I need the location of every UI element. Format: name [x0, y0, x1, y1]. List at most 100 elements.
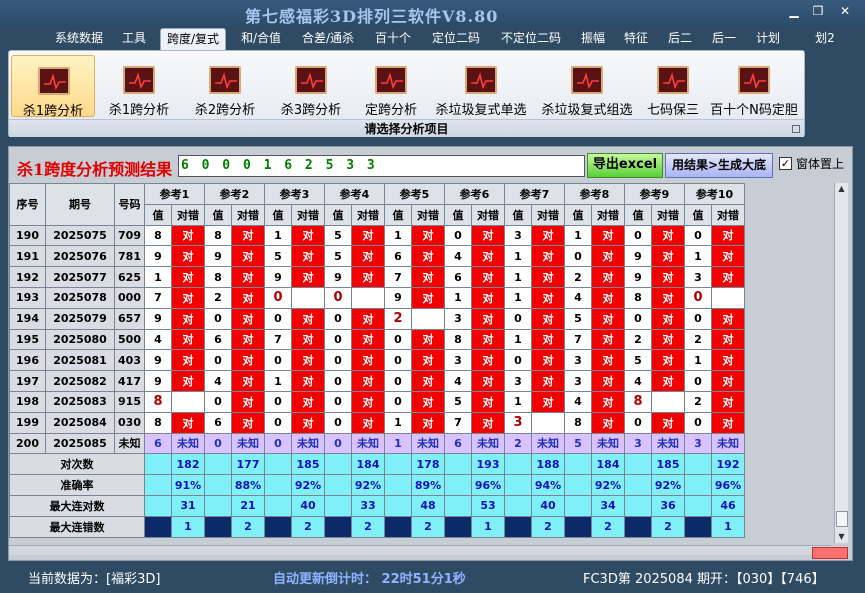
stats-spacer — [684, 494, 712, 517]
table-row[interactable]: 199 2025084 030 8 对 6 对 0 对 0 对 1 对 7 对 3 8 对 0 对 0 对 — [9, 411, 745, 434]
cell-right-wrong: 对 — [531, 245, 565, 268]
table-row[interactable]: 196 2025081 403 9 对 0 对 0 对 0 对 0 对 3 对 0 对 3 对 5 对 1 对 — [9, 349, 745, 372]
table-row[interactable]: 190 2025075 709 8 对 8 对 1 对 5 对 1 对 0 对 3 对 1 对 0 对 0 对 — [9, 224, 745, 247]
stats-value: 178 — [411, 453, 445, 476]
cell-value: 9 — [144, 370, 172, 392]
scroll-thumb[interactable] — [836, 511, 848, 527]
dialog-launcher-icon[interactable] — [792, 125, 800, 133]
stats-value: 92% — [591, 474, 625, 496]
menu-system-data[interactable]: 系统数据 — [50, 28, 108, 50]
menu-plan2[interactable]: 划2 — [808, 28, 842, 50]
scroll-up-icon[interactable]: ▲ — [835, 183, 848, 195]
stats-value: 92% — [351, 474, 385, 496]
ribbon-junk-combo-single[interactable]: 杀垃圾复式单选 — [429, 55, 533, 118]
ribbon-n-code-guts[interactable]: 百十个N码定胆 — [707, 55, 801, 118]
stats-spacer — [384, 453, 412, 476]
stats-label: 最大连错数 — [9, 515, 145, 538]
close-button[interactable]: ✕ — [833, 4, 857, 18]
topmost-checkbox[interactable]: ✓ — [779, 157, 792, 170]
cell-right-wrong — [711, 286, 745, 309]
stats-value: 33 — [351, 494, 385, 517]
cell-value: 7 — [144, 286, 172, 309]
cell-value: 9 — [264, 266, 292, 288]
table-row[interactable]: 191 2025076 781 9 对 9 对 5 对 5 对 6 对 4 对 1 对 0 对 9 对 1 对 — [9, 245, 745, 268]
header-value: 值 — [144, 203, 172, 226]
menu-amplitude[interactable]: 振幅 — [576, 28, 610, 50]
cell-right-wrong: 对 — [651, 411, 685, 434]
export-excel-button[interactable]: 导出excel — [587, 153, 663, 178]
table-row[interactable]: 198 2025083 915 8 0 对 0 对 0 对 0 对 5 对 1 对 4 对 8 2 对 — [9, 390, 745, 413]
cell-seq: 198 — [9, 390, 46, 413]
ribbon-kill1-span-b[interactable]: 杀1跨分析 — [97, 55, 181, 118]
cell-period: 2025085 — [45, 432, 115, 455]
cell-right-wrong: 对 — [351, 411, 385, 434]
prediction-row[interactable]: 200 2025085 未知 6 未知 0 未知 0 未知 0 未知 1 未知 6 未知 2 未知 5 未知 3 未知 3… — [9, 432, 745, 455]
result-numbers-field[interactable]: 6 0 0 0 1 6 2 5 3 3 — [178, 155, 585, 177]
menu-last-two[interactable]: 后二 — [662, 28, 698, 50]
header-right-wrong: 对错 — [411, 203, 445, 226]
horizontal-scrollbar[interactable] — [9, 545, 831, 555]
ribbon-kill3-span[interactable]: 杀3跨分析 — [269, 55, 353, 118]
ribbon-kill1-span-a[interactable]: 杀1跨分析 — [11, 55, 95, 119]
header-value: 值 — [624, 203, 652, 226]
table-row[interactable]: 197 2025082 417 9 对 4 对 1 对 0 对 0 对 4 对 3 对 3 对 4 对 0 对 — [9, 370, 745, 392]
menu-hundreds-tens-ones[interactable]: 百十个 — [368, 28, 418, 50]
cell-number: 030 — [114, 411, 145, 434]
menu-span-combo[interactable]: 跨度/复式 — [160, 28, 226, 50]
cell-period: 2025084 — [45, 411, 115, 434]
cell-right-wrong: 对 — [471, 411, 505, 434]
cell-seq: 192 — [9, 266, 46, 288]
cell-value: 5 — [324, 245, 352, 268]
cell-right-wrong: 对 — [471, 390, 505, 413]
stats-spacer — [444, 474, 472, 496]
stats-value: 40 — [531, 494, 565, 517]
table-row[interactable]: 195 2025080 500 4 对 6 对 7 对 0 对 0 对 8 对 1 对 7 对 2 对 2 对 — [9, 328, 745, 351]
ribbon-kill2-span[interactable]: 杀2跨分析 — [183, 55, 267, 118]
menu-positional-two[interactable]: 定位二码 — [426, 28, 486, 50]
menu-sum-value[interactable]: 和/合值 — [234, 28, 288, 50]
cell-right-wrong: 对 — [231, 245, 265, 268]
maximize-button[interactable]: ❐ — [806, 4, 830, 18]
ribbon-junk-combo-group[interactable]: 杀垃圾复式组选 — [535, 55, 639, 118]
cell-seq: 197 — [9, 370, 46, 392]
stats-spacer — [324, 494, 352, 517]
vertical-scrollbar[interactable]: ▲ ▼ — [834, 183, 848, 543]
menu-last-one[interactable]: 后一 — [706, 28, 742, 50]
cell-period: 2025075 — [45, 224, 115, 247]
header-right-wrong: 对错 — [711, 203, 745, 226]
header-value: 值 — [384, 203, 412, 226]
cell-value: 3 — [564, 349, 592, 372]
cell-period: 2025077 — [45, 266, 115, 288]
cell-right-wrong: 对 — [411, 328, 445, 351]
cell-value: 2 — [624, 328, 652, 351]
cell-value: 0 — [204, 349, 232, 372]
table-row[interactable]: 194 2025079 657 9 对 0 对 0 对 0 对 2 3 对 0 对 5 对 0 对 0 对 — [9, 307, 745, 330]
table-row[interactable]: 192 2025077 625 1 对 8 对 9 对 9 对 7 对 6 对 1 对 2 对 9 对 3 对 — [9, 266, 745, 288]
cell-right-wrong: 对 — [291, 224, 325, 247]
ribbon-seven-keep-three[interactable]: 七码保三 — [641, 55, 705, 118]
stats-label: 准确率 — [9, 474, 145, 496]
table-row[interactable]: 193 2025078 000 7 对 2 对 0 0 9 对 1 对 1 对 4 对 8 对 0 — [9, 286, 745, 309]
cell-right-wrong: 对 — [471, 349, 505, 372]
cell-value: 1 — [504, 390, 532, 413]
cell-value: 0 — [264, 307, 292, 330]
menu-diff-kill[interactable]: 合差/通杀 — [296, 28, 360, 50]
stats-value: 1 — [711, 515, 745, 538]
minimize-button[interactable]: ▁ — [782, 4, 806, 18]
menu-plan[interactable]: 计划 — [750, 28, 786, 50]
menu-nonpositional-two[interactable]: 不定位二码 — [494, 28, 568, 50]
cell-value: 1 — [444, 286, 472, 309]
cell-value: 6 — [444, 266, 472, 288]
cell-value: 2 — [204, 286, 232, 309]
menu-features[interactable]: 特征 — [618, 28, 654, 50]
stats-spacer — [624, 474, 652, 496]
scroll-down-icon[interactable]: ▼ — [835, 531, 848, 543]
stats-spacer — [504, 453, 532, 476]
generate-base-button[interactable]: 用结果>生成大底 — [665, 153, 773, 178]
ribbon-label: 杀1跨分析 — [108, 103, 170, 118]
cell-right-wrong: 对 — [531, 390, 565, 413]
cell-right-wrong: 对 — [351, 224, 385, 247]
ribbon-fixed-span[interactable]: 定跨分析 — [355, 55, 427, 118]
stats-spacer — [564, 515, 592, 538]
menu-tools[interactable]: 工具 — [116, 28, 152, 50]
